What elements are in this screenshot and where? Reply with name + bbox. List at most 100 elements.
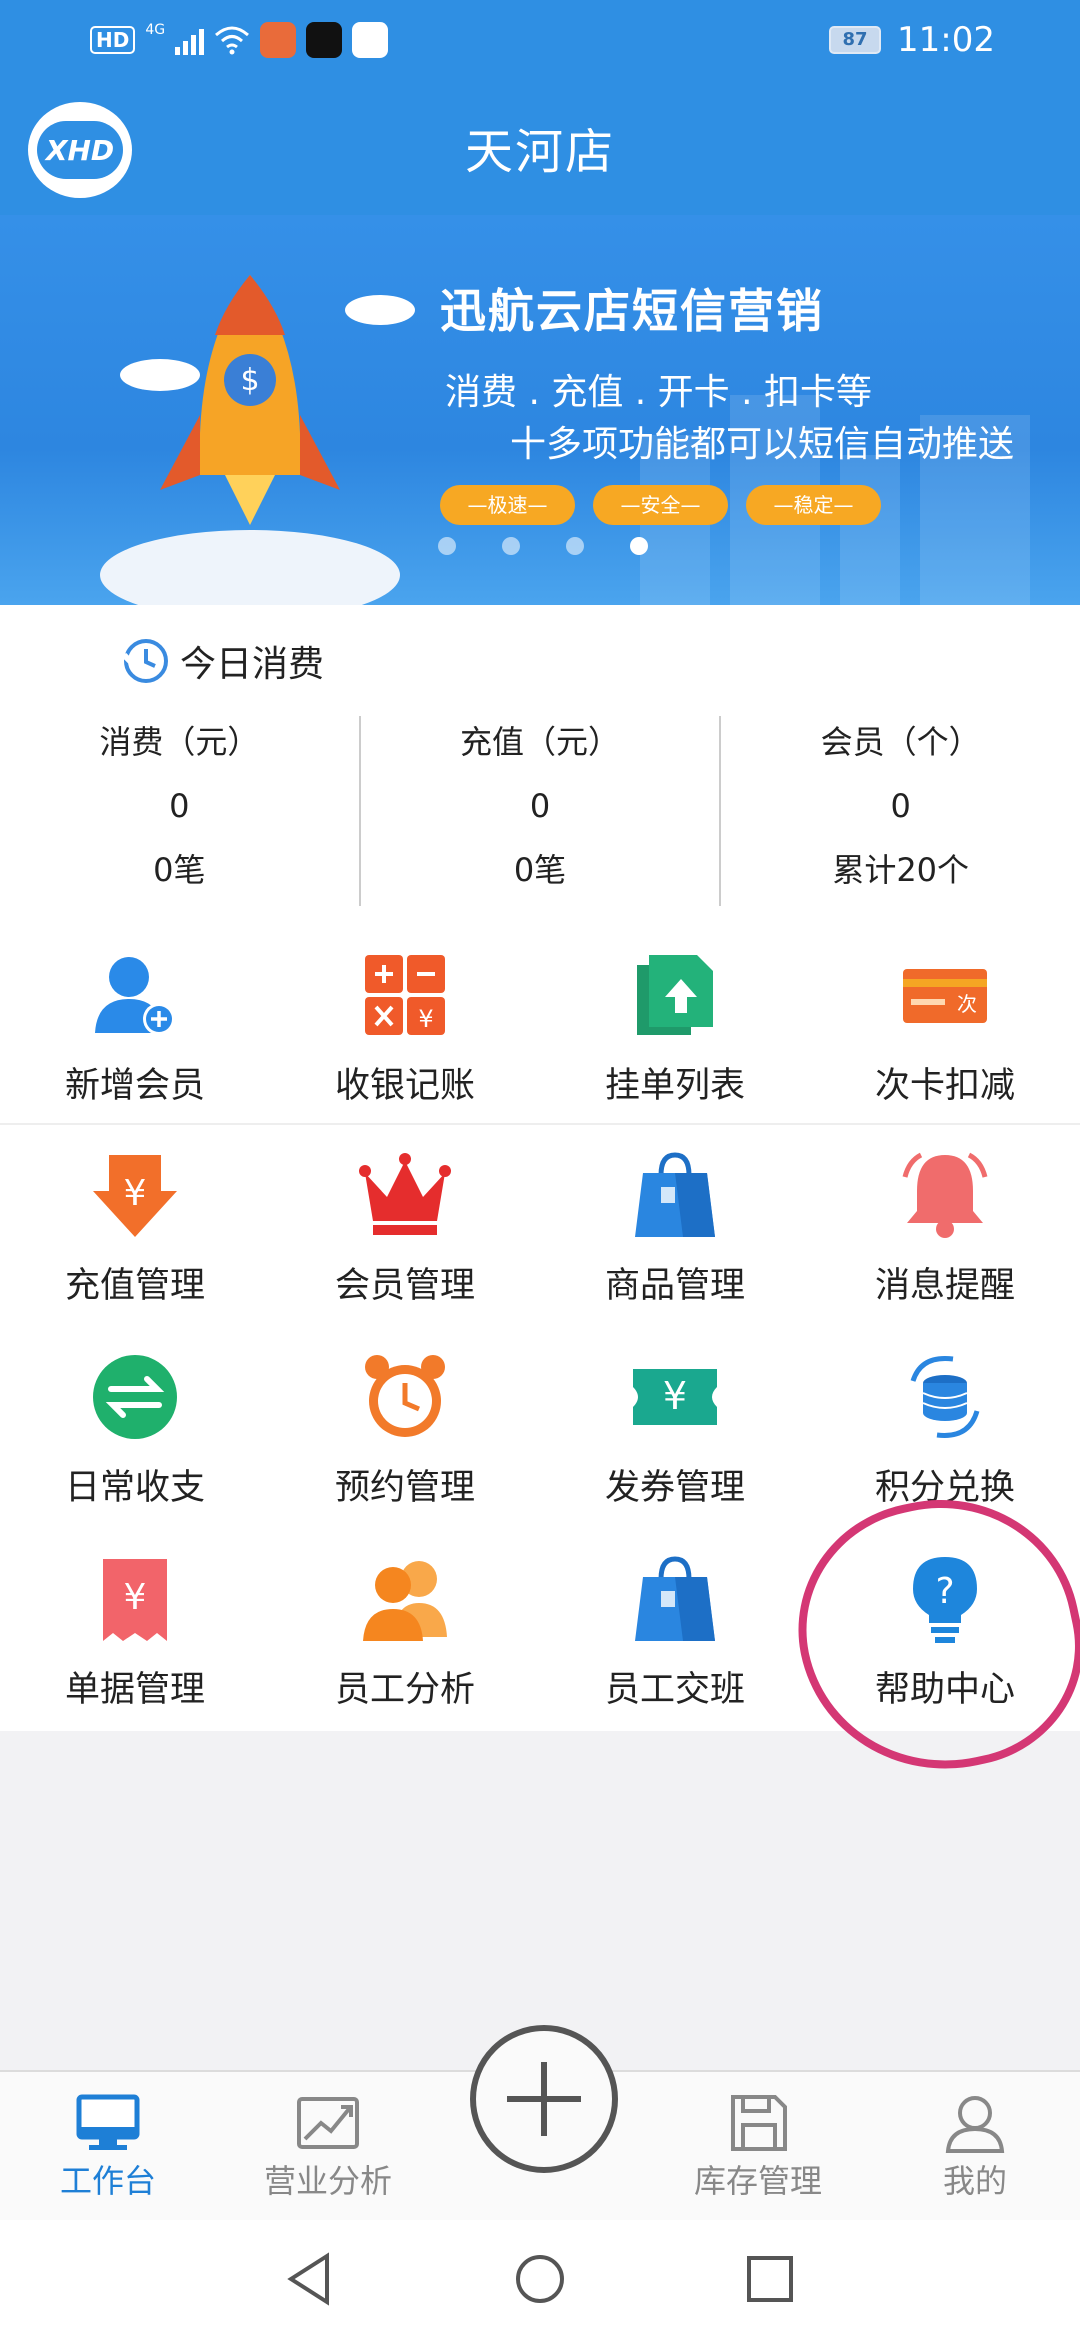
document-upload-icon [627,947,723,1043]
function-label: 收银记账 [334,1066,475,1106]
function-label: 新增会员 [64,1066,205,1106]
grid-row: 新增会员 ¥ 收银记账 挂单列表 次 次卡扣减 [0,925,1080,1125]
back-icon[interactable] [285,2252,335,2306]
alarm-clock-icon [357,1349,453,1445]
shift-handover-button[interactable]: 员工交班 [540,1529,810,1731]
tab-label: 我的 [942,2162,1007,2200]
stat-value: 0 [169,787,190,825]
carousel-indicator[interactable] [438,537,648,555]
member-management-button[interactable]: 会员管理 [270,1125,540,1327]
stat-label: 消费（元） [99,723,260,761]
app-header: HD 4G 87 11:02 XHD 天河店 [0,0,1080,215]
function-label: 消息提醒 [874,1266,1015,1306]
stat-label: 充值（元） [460,723,621,761]
monitor-icon [28,2090,188,2156]
shopping-bag-icon [627,1551,723,1647]
tab-me[interactable]: 我的 [895,2090,1055,2202]
stat-sub: 0笔 [153,851,206,889]
stats-row: 消费（元） 0 0笔 充值（元） 0 0笔 会员（个） 0 累计20个 [0,710,1080,906]
svg-text:¥: ¥ [124,1577,147,1618]
stat-consumption[interactable]: 消费（元） 0 0笔 [0,710,359,906]
tab-inventory[interactable]: 库存管理 [678,2090,838,2202]
recharge-management-button[interactable]: ¥ 充值管理 [0,1125,270,1327]
tab-business-analysis[interactable]: 营业分析 [248,2090,408,2202]
function-label: 员工分析 [334,1670,475,1710]
banner-pills: —极速— —安全— —稳定— [440,485,881,525]
today-summary: 今日消费 消费（元） 0 0笔 充值（元） 0 0笔 会员（个） 0 累计20个 [0,605,1080,925]
grid-row: 日常收支 预约管理 ¥ 发券管理 积分兑换 [0,1327,1080,1529]
message-reminder-button[interactable]: 消息提醒 [810,1125,1080,1327]
banner-line-2: 十多项功能都可以短信自动推送 [510,424,1015,465]
chart-icon [248,2090,408,2156]
carousel-dot[interactable] [566,537,584,555]
receipt-management-button[interactable]: ¥ 单据管理 [0,1529,270,1731]
network-type: 4G [145,22,166,38]
tiktok-icon [306,22,343,58]
add-member-icon [87,947,183,1043]
svg-text:¥: ¥ [418,1005,433,1033]
plus-icon [507,2062,581,2136]
tab-workbench[interactable]: 工作台 [28,2090,188,2202]
staff-icon [357,1551,453,1647]
home-icon[interactable] [513,2252,567,2306]
carousel-dot[interactable] [502,537,520,555]
punch-card-button[interactable]: 次 次卡扣减 [810,925,1080,1123]
tab-label: 工作台 [59,2162,156,2200]
points-exchange-button[interactable]: 积分兑换 [810,1327,1080,1529]
page-title: 天河店 [464,124,615,180]
staff-analysis-button[interactable]: 员工分析 [270,1529,540,1731]
floppy-disk-icon [678,2090,838,2156]
svg-text:¥: ¥ [663,1374,687,1418]
stat-sub: 累计20个 [832,851,970,889]
svg-text:$: $ [240,363,259,398]
user-icon [895,2090,1055,2156]
clock: 11:02 [897,20,995,60]
stat-value: 0 [890,787,911,825]
today-header: 今日消费 [120,635,324,687]
stat-members[interactable]: 会员（个） 0 累计20个 [721,710,1080,906]
add-button[interactable] [470,2025,618,2173]
shopping-bag-icon [627,1147,723,1243]
status-left: HD 4G [90,22,389,58]
cashier-button[interactable]: ¥ 收银记账 [270,925,540,1123]
pending-orders-button[interactable]: 挂单列表 [540,925,810,1123]
signal-icon [175,25,205,55]
banner-pill: —稳定— [746,485,881,525]
stat-recharge[interactable]: 充值（元） 0 0笔 [361,710,720,906]
svg-text:次: 次 [957,992,977,1016]
appointment-management-button[interactable]: 预约管理 [270,1327,540,1529]
function-label: 员工交班 [604,1670,745,1710]
hd-indicator: HD [90,26,136,54]
banner-pill: —极速— [440,485,575,525]
function-label: 单据管理 [64,1670,205,1710]
promo-banner[interactable]: $ 迅航云店短信营销 消费 . 充值 . 开卡 . 扣卡等 十多项功能都可以短信… [0,215,1080,605]
function-label: 会员管理 [334,1266,475,1306]
coupon-management-button[interactable]: ¥ 发券管理 [540,1327,810,1529]
status-right: 87 11:02 [829,20,995,60]
stat-sub: 0笔 [513,851,567,889]
product-management-button[interactable]: 商品管理 [540,1125,810,1327]
banner-pill: —安全— [593,485,728,525]
bell-icon [897,1147,993,1243]
carousel-dot-active[interactable] [630,537,648,555]
receipt-icon: ¥ [87,1551,183,1647]
calculator-icon: ¥ [357,947,453,1043]
function-label: 充值管理 [64,1266,205,1306]
stat-label: 会员（个） [820,723,981,761]
daily-income-expense-button[interactable]: 日常收支 [0,1327,270,1529]
video-app-icon [352,22,389,58]
banner-headline: 迅航云店短信营销 [440,284,824,338]
function-label: 发券管理 [604,1468,745,1508]
status-bar: HD 4G 87 11:02 [0,0,1080,85]
carousel-dot[interactable] [438,537,456,555]
crown-icon [357,1147,453,1243]
battery-icon: 87 [829,26,882,54]
tab-label: 库存管理 [693,2162,822,2200]
exchange-icon [87,1349,183,1445]
coins-icon [897,1349,993,1445]
function-label: 预约管理 [334,1468,475,1508]
stat-value: 0 [529,787,551,825]
add-member-button[interactable]: 新增会员 [0,925,270,1123]
app-notification-icon [260,22,297,58]
recent-apps-icon[interactable] [745,2254,795,2304]
